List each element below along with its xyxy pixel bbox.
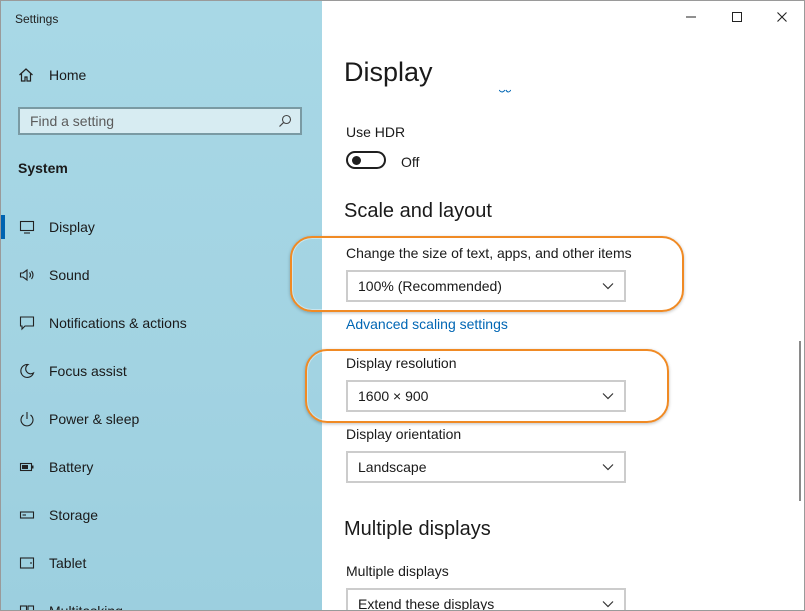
sidebar-item-label: Battery — [49, 459, 94, 475]
sidebar-item-battery[interactable]: Battery — [1, 443, 322, 491]
multiple-displays-heading: Multiple displays — [344, 518, 491, 540]
search-placeholder: Find a setting — [30, 113, 115, 129]
home-icon — [19, 68, 33, 82]
sidebar-item-power-sleep[interactable]: Power & sleep — [1, 395, 322, 443]
sidebar-item-label: Power & sleep — [49, 411, 140, 427]
vertical-scrollbar[interactable] — [799, 341, 801, 501]
storage-icon — [19, 507, 35, 523]
hdr-label: Use HDR — [346, 124, 406, 140]
chevron-down-icon — [602, 393, 614, 400]
hdr-toggle[interactable] — [346, 151, 386, 169]
multiple-displays-dropdown[interactable]: Extend these displays — [346, 588, 626, 611]
sidebar-item-display[interactable]: Display — [1, 203, 322, 251]
window-title: Settings — [15, 12, 59, 26]
multiple-displays-label: Multiple displays — [346, 563, 449, 579]
orientation-dropdown[interactable]: Landscape — [346, 451, 626, 483]
tablet-icon — [19, 555, 35, 571]
chevron-down-icon — [602, 283, 614, 290]
monitor-icon — [19, 219, 35, 235]
power-icon — [19, 411, 35, 427]
notification-icon — [19, 315, 35, 331]
chevron-down-icon — [602, 464, 614, 471]
orientation-value: Landscape — [358, 459, 427, 475]
sidebar-item-label: Tablet — [49, 555, 87, 571]
resolution-value: 1600 × 900 — [358, 388, 429, 404]
scale-value: 100% (Recommended) — [358, 278, 502, 294]
sidebar-item-sound[interactable]: Sound — [1, 251, 322, 299]
sidebar-item-storage[interactable]: Storage — [1, 491, 322, 539]
sidebar-item-multitasking[interactable]: Multitasking — [1, 587, 322, 611]
search-icon — [279, 114, 292, 127]
chevron-down-icon — [602, 601, 614, 608]
toggle-knob — [352, 156, 361, 165]
settings-window: Settings Home Find a setting System Disp… — [0, 0, 805, 611]
speaker-icon — [19, 267, 35, 283]
sidebar-item-label: Storage — [49, 507, 99, 523]
clipped-link-fragment — [499, 89, 511, 93]
sidebar-item-label: Focus assist — [49, 363, 127, 379]
sidebar-item-label: Multitasking — [49, 603, 123, 611]
sidebar-nav: Display Sound Notifications & actions Fo… — [1, 203, 322, 611]
hdr-toggle-state: Off — [401, 154, 420, 170]
home-nav-item[interactable]: Home — [18, 65, 86, 85]
multiple-displays-value: Extend these displays — [358, 596, 495, 611]
battery-icon — [19, 459, 35, 475]
sidebar-item-focus-assist[interactable]: Focus assist — [1, 347, 322, 395]
sidebar: Settings Home Find a setting System Disp… — [1, 1, 322, 610]
orientation-label: Display orientation — [346, 426, 462, 442]
resolution-dropdown[interactable]: 1600 × 900 — [346, 380, 626, 412]
main-content: Display Use HDR Off Scale and layout Cha… — [290, 1, 804, 611]
sidebar-item-label: Display — [49, 219, 95, 235]
home-label: Home — [49, 67, 87, 83]
scale-dropdown[interactable]: 100% (Recommended) — [346, 270, 626, 302]
moon-icon — [19, 363, 35, 379]
advanced-scaling-link[interactable]: Advanced scaling settings — [346, 316, 508, 332]
scale-layout-heading: Scale and layout — [344, 200, 492, 222]
multitasking-icon — [19, 603, 35, 610]
page-title: Display — [344, 57, 433, 87]
sidebar-section-title: System — [18, 160, 68, 176]
sidebar-item-notifications[interactable]: Notifications & actions — [1, 299, 322, 347]
resolution-label: Display resolution — [346, 355, 457, 371]
search-input[interactable]: Find a setting — [18, 107, 302, 135]
sidebar-item-label: Notifications & actions — [49, 315, 187, 331]
sidebar-item-label: Sound — [49, 267, 90, 283]
sidebar-item-tablet[interactable]: Tablet — [1, 539, 322, 587]
scale-label: Change the size of text, apps, and other… — [346, 245, 632, 261]
